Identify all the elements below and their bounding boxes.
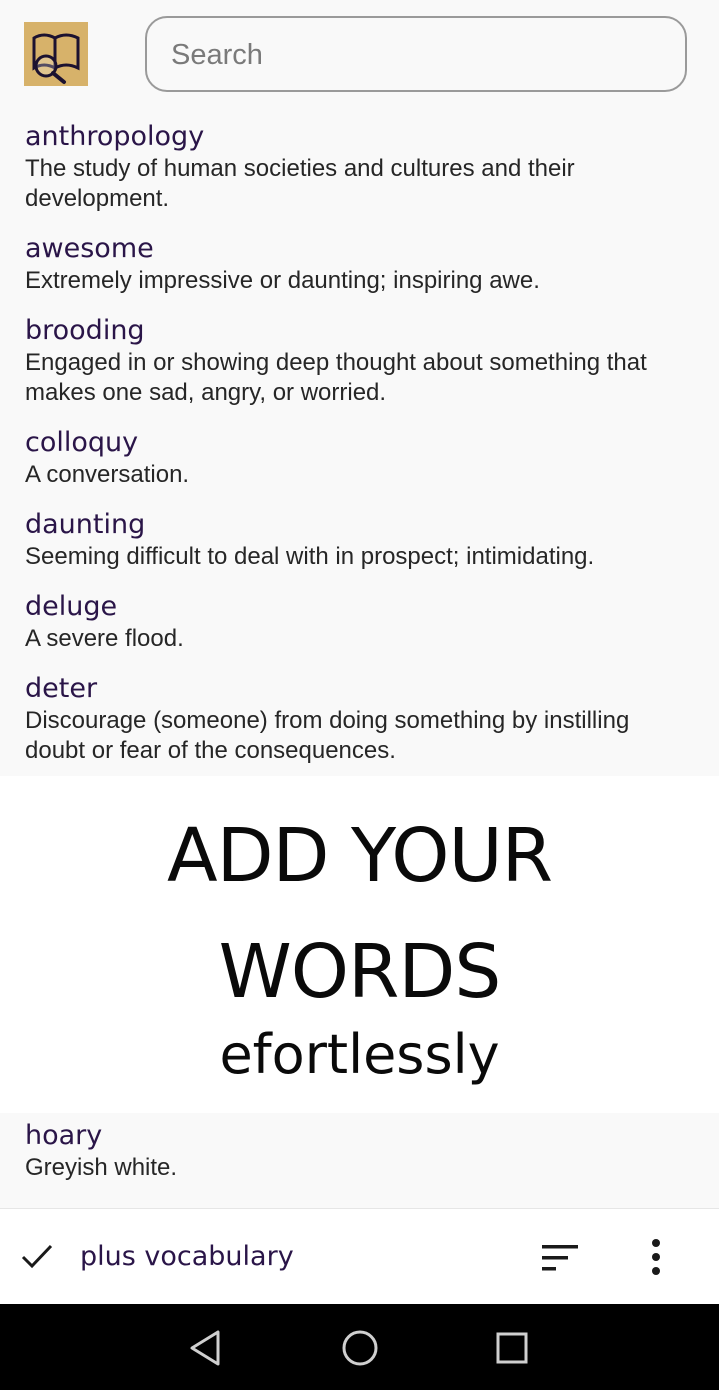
sort-icon[interactable]: [540, 1243, 580, 1273]
entry-word: deter: [25, 673, 98, 704]
entry-definition: Discourage (someone) from doing somethin…: [25, 707, 630, 764]
entry-definition: A conversation.: [25, 461, 190, 488]
entry-word: daunting: [25, 509, 146, 540]
entry-definition: Extremely impressive or daunting; inspir…: [25, 267, 540, 294]
entry-word: awesome: [25, 233, 154, 264]
entry-word: hoary: [25, 1120, 103, 1151]
list-item[interactable]: brooding Engaged in or showing deep thou…: [0, 314, 719, 408]
more-vert-icon[interactable]: [646, 1237, 666, 1277]
book-magnifier-icon: [24, 22, 88, 86]
list-item[interactable]: deter Discourage (someone) from doing so…: [0, 672, 711, 766]
list-item[interactable]: anthropology The study of human societie…: [0, 120, 701, 214]
banner-line-3: efortlessly: [219, 1023, 500, 1086]
list-item[interactable]: daunting Seeming difficult to deal with …: [0, 508, 719, 572]
back-triangle-icon[interactable]: [184, 1326, 228, 1370]
entry-definition: A severe flood.: [25, 625, 184, 652]
home-circle-icon[interactable]: [338, 1326, 382, 1370]
list-item[interactable]: deluge A severe flood.: [0, 590, 719, 654]
entry-definition: Engaged in or showing deep thought about…: [25, 349, 647, 406]
entry-definition: The study of human societies and culture…: [25, 155, 575, 212]
bottom-app-bar: plus vocabulary: [0, 1208, 719, 1305]
entry-word: anthropology: [25, 121, 205, 152]
entry-word: colloquy: [25, 427, 139, 458]
system-nav-bar: [0, 1304, 719, 1390]
list-item[interactable]: hoary Greyish white.: [0, 1119, 711, 1183]
entry-definition: Seeming difficult to deal with in prospe…: [25, 543, 595, 570]
top-bar: [0, 0, 719, 118]
check-icon[interactable]: [20, 1241, 54, 1271]
list-item[interactable]: colloquy A conversation.: [0, 426, 719, 490]
word-list-continued[interactable]: hoary Greyish white.: [0, 1113, 719, 1208]
promo-banner: ADD YOUR WORDS efortlessly: [0, 776, 719, 1113]
entry-definition: Greyish white.: [25, 1154, 178, 1181]
entry-word: deluge: [25, 591, 118, 622]
app-name: plus vocabulary: [80, 1241, 294, 1272]
search-input[interactable]: [169, 32, 663, 78]
list-item[interactable]: awesome Extremely impressive or daunting…: [0, 232, 719, 296]
banner-line-2: WORDS: [218, 929, 502, 1015]
banner-line-1: ADD YOUR: [166, 813, 553, 899]
entry-word: brooding: [25, 315, 145, 346]
recents-square-icon[interactable]: [490, 1326, 534, 1370]
search-field[interactable]: [145, 16, 687, 92]
